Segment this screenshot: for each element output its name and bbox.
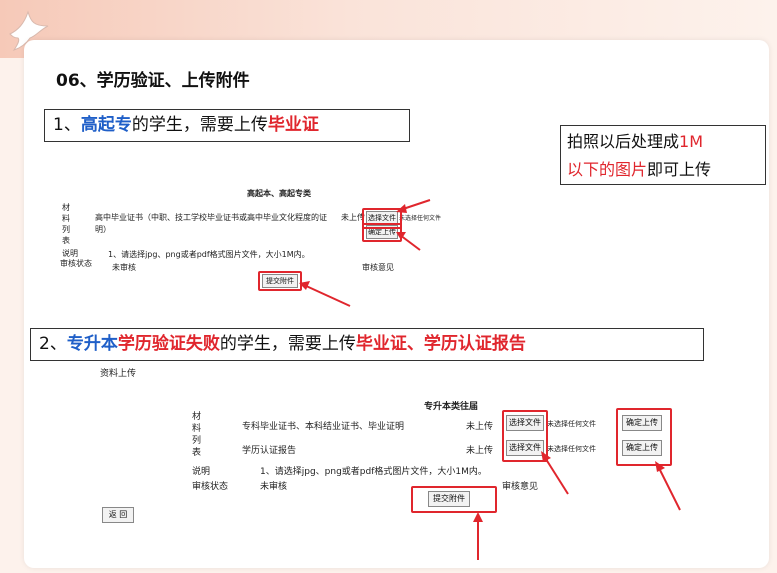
arrow-to-submit-1	[299, 281, 351, 307]
arrow-to-submit-2	[473, 512, 483, 560]
annotation-arrows	[299, 199, 681, 560]
arrow-to-confirm-upload	[396, 232, 421, 251]
arrow-to-confirm-upload-2	[655, 461, 681, 511]
arrow-to-choose-file-2	[541, 451, 569, 495]
arrow-to-choose-file	[396, 199, 431, 213]
